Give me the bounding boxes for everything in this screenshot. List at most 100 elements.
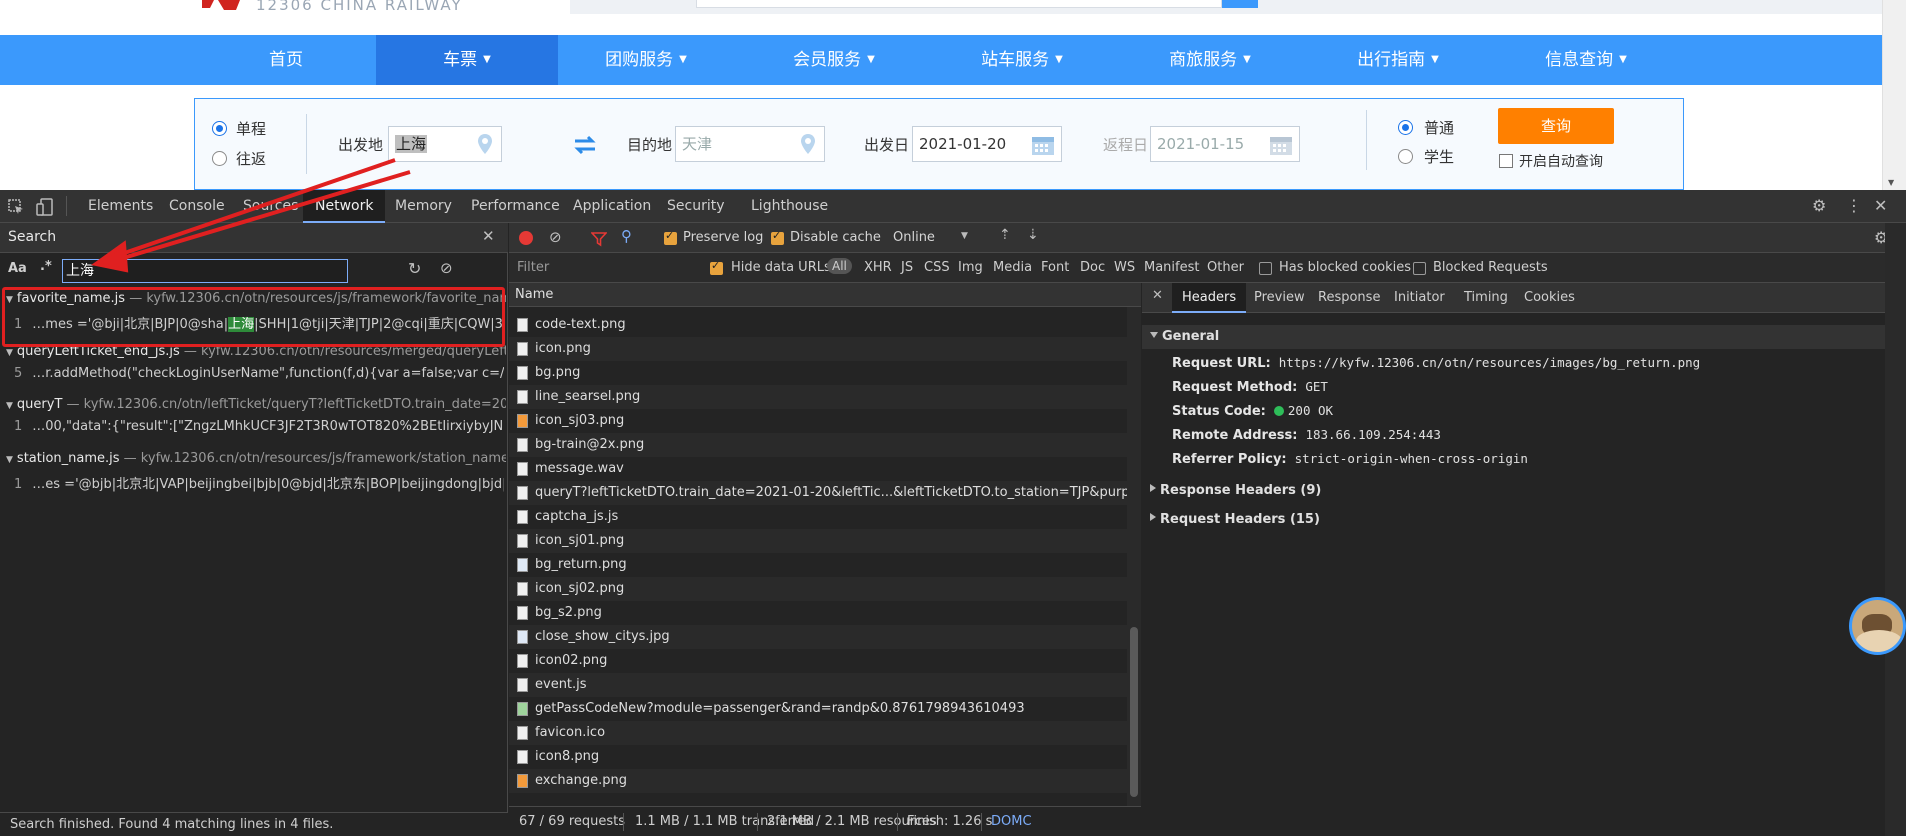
clear-search-icon[interactable]: ⊘ [440, 259, 453, 277]
settings-gear-icon[interactable]: ⚙ [1812, 196, 1826, 215]
request-row[interactable]: icon8.png [509, 745, 1127, 769]
tab-application[interactable]: Application [573, 190, 651, 223]
request-row[interactable]: queryT?leftTicketDTO.train_date=2021-01-… [509, 481, 1127, 505]
regex-toggle[interactable]: .* [40, 259, 52, 274]
student-ticket-radio[interactable] [1398, 149, 1413, 164]
refresh-search-icon[interactable]: ↻ [408, 259, 421, 278]
floating-avatar[interactable] [1849, 597, 1906, 655]
nav-member-service[interactable]: 会员服务 ▼ [774, 35, 894, 85]
site-search-button[interactable] [1222, 0, 1258, 8]
close-detail-icon[interactable]: ✕ [1152, 288, 1163, 303]
filter-input[interactable]: Filter [517, 260, 549, 275]
tab-security[interactable]: Security [667, 190, 725, 223]
export-har-icon[interactable]: ⇣ [1027, 227, 1039, 243]
nav-group-service[interactable]: 团购服务 ▼ [586, 35, 706, 85]
search-query-input[interactable]: 上海 [62, 259, 348, 283]
type-filter-ws[interactable]: WS [1114, 260, 1135, 275]
request-row[interactable]: code-text.png [509, 313, 1127, 337]
to-station-input[interactable]: 天津 [675, 126, 825, 162]
type-filter-manifest[interactable]: Manifest [1144, 260, 1199, 275]
inspect-element-icon[interactable] [8, 199, 24, 215]
request-headers-section[interactable]: Request Headers (15) [1150, 512, 1320, 527]
request-row[interactable]: icon.png [509, 337, 1127, 361]
general-section-header[interactable]: General [1150, 329, 1219, 344]
request-row[interactable]: bg-train@2x.png [509, 433, 1127, 457]
nav-info-query[interactable]: 信息查询 ▼ [1526, 35, 1646, 85]
search-result-line[interactable]: 1 …es ='@bjb|北京北|VAP|beijingbei|bjb|0@bjd… [14, 473, 504, 492]
request-row[interactable]: bg_s2.png [509, 601, 1127, 625]
depart-date-input[interactable]: 2021-01-20 [912, 126, 1062, 162]
close-devtools-icon[interactable]: ✕ [1874, 196, 1887, 215]
type-filter-media[interactable]: Media [993, 260, 1032, 275]
request-row[interactable]: line_searsel.png [509, 385, 1127, 409]
request-row[interactable]: getPassCodeNew?module=passenger&rand=ran… [509, 697, 1127, 721]
tab-elements[interactable]: Elements [88, 190, 153, 223]
round-trip-radio[interactable] [212, 151, 227, 166]
clear-log-icon[interactable]: ⊘ [549, 228, 562, 246]
site-search-input[interactable] [696, 0, 1222, 8]
request-row[interactable]: icon_sj03.png [509, 409, 1127, 433]
request-row[interactable]: message.wav [509, 457, 1127, 481]
tab-console[interactable]: Console [169, 190, 225, 223]
device-toolbar-icon[interactable] [36, 198, 54, 216]
page-scrollbar[interactable] [1882, 0, 1906, 190]
hide-data-urls-checkbox[interactable] [710, 259, 723, 275]
normal-ticket-radio[interactable] [1398, 120, 1413, 135]
nav-station-service[interactable]: 站车服务 ▼ [962, 35, 1082, 85]
swap-stations-icon[interactable] [572, 134, 598, 156]
tab-preview[interactable]: Preview [1254, 283, 1305, 313]
record-icon[interactable] [519, 231, 533, 245]
detail-scrollbar[interactable] [1885, 223, 1906, 836]
type-filter-all[interactable]: All [827, 258, 852, 274]
tab-cookies[interactable]: Cookies [1524, 283, 1575, 313]
request-row[interactable]: bg_return.png [509, 553, 1127, 577]
request-row[interactable]: event.js [509, 673, 1127, 697]
request-row[interactable]: captcha_js.js [509, 505, 1127, 529]
search-icon[interactable]: ⚲ [621, 227, 632, 245]
type-filter-font[interactable]: Font [1041, 260, 1069, 275]
tab-lighthouse[interactable]: Lighthouse [751, 190, 828, 223]
from-station-input[interactable]: 上海 [388, 126, 502, 162]
scroll-down-arrow-icon[interactable]: ▼ [1888, 178, 1894, 187]
request-row[interactable]: close_show_citys.jpg [509, 625, 1127, 649]
tab-network[interactable]: Network [303, 190, 386, 223]
request-row[interactable]: bg.png [509, 361, 1127, 385]
tab-headers[interactable]: Headers [1172, 283, 1247, 313]
calendar-icon[interactable] [1031, 134, 1055, 156]
name-column-header[interactable]: Name [509, 283, 1141, 307]
filter-icon[interactable] [591, 231, 607, 247]
nav-business-service[interactable]: 商旅服务 ▼ [1150, 35, 1270, 85]
calendar-icon[interactable] [1269, 134, 1293, 156]
type-filter-css[interactable]: CSS [924, 260, 950, 275]
blocked-requests-checkbox[interactable] [1413, 262, 1426, 275]
tab-timing[interactable]: Timing [1464, 283, 1508, 313]
request-row[interactable]: favicon.ico [509, 721, 1127, 745]
nav-home[interactable]: 首页 [236, 35, 336, 85]
request-list-scrollbar[interactable] [1127, 307, 1141, 806]
search-result-file[interactable]: ▼ station_name.js — kyfw.12306.cn/otn/res… [6, 451, 506, 466]
type-filter-js[interactable]: JS [901, 260, 913, 275]
request-row[interactable]: icon_sj02.png [509, 577, 1127, 601]
tab-response[interactable]: Response [1318, 283, 1380, 313]
search-result-line[interactable]: 5 …r.addMethod("checkLoginUserName",funct… [14, 366, 504, 381]
has-blocked-cookies-checkbox[interactable] [1259, 262, 1272, 275]
match-case-toggle[interactable]: Aa [8, 261, 27, 276]
search-result-line[interactable]: 1 …00,"data":{"result":["ZngzLMhkUCF3JF2T… [14, 419, 504, 434]
type-filter-other[interactable]: Other [1207, 260, 1244, 275]
close-search-icon[interactable]: ✕ [482, 227, 495, 245]
preserve-log-checkbox[interactable] [664, 229, 677, 245]
auto-query-checkbox[interactable] [1499, 154, 1513, 168]
one-way-radio[interactable] [212, 121, 227, 136]
tab-initiator[interactable]: Initiator [1394, 283, 1445, 313]
return-date-input[interactable]: 2021-01-15 [1150, 126, 1300, 162]
tab-memory[interactable]: Memory [395, 190, 452, 223]
disable-cache-checkbox[interactable] [771, 229, 784, 245]
request-row[interactable]: exchange.png [509, 769, 1127, 793]
nav-travel-guide[interactable]: 出行指南 ▼ [1338, 35, 1458, 85]
type-filter-img[interactable]: Img [958, 260, 983, 275]
response-headers-section[interactable]: Response Headers (9) [1150, 483, 1321, 498]
scrollbar-thumb[interactable] [1130, 627, 1138, 797]
type-filter-xhr[interactable]: XHR [864, 260, 892, 275]
type-filter-doc[interactable]: Doc [1080, 260, 1105, 275]
chevron-down-icon[interactable]: ▼ [961, 231, 968, 241]
